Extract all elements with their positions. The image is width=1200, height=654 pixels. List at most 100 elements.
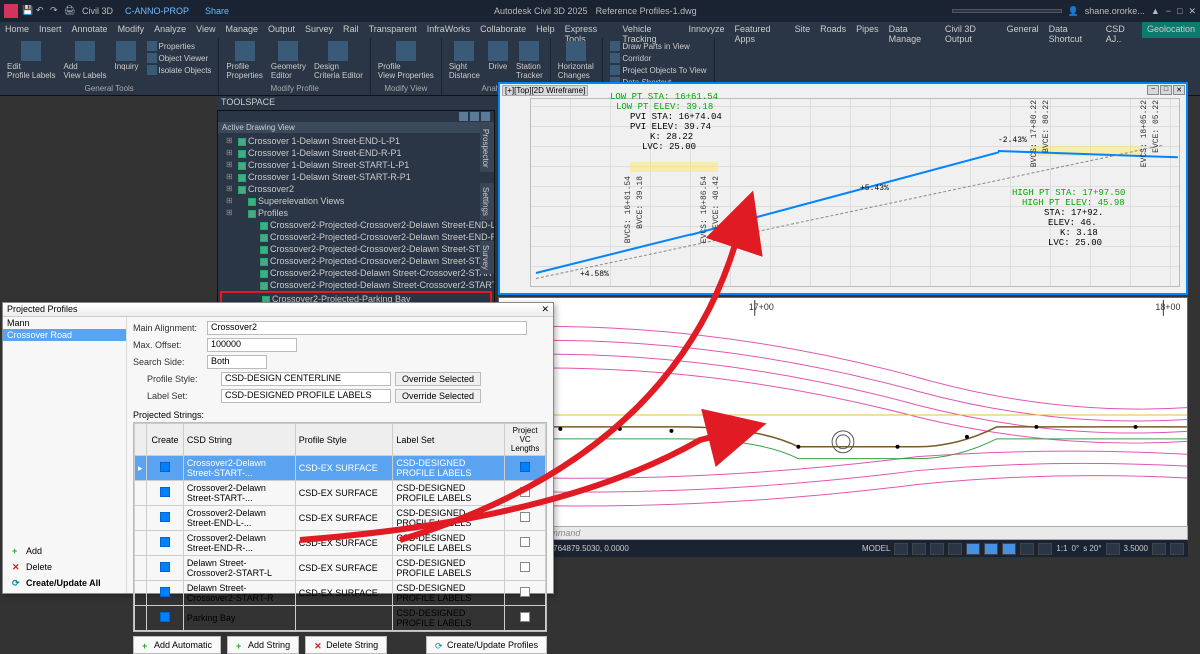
redo-icon[interactable]: ↷ <box>50 5 62 17</box>
close-view-icon[interactable]: ✕ <box>1173 85 1185 95</box>
sb-clean-icon[interactable] <box>1170 543 1184 555</box>
minimize-view-icon[interactable]: − <box>1147 85 1159 95</box>
label-set-cell[interactable]: CSD-DESIGNED PROFILE LABELS <box>393 556 505 581</box>
ribbon-geometry-editor-button[interactable]: GeometryEditor <box>268 40 309 81</box>
csd-string-cell[interactable]: Delawn Street-Crossover2-START-R <box>183 581 295 606</box>
tab-insert[interactable]: Insert <box>34 22 67 38</box>
tab-analyze[interactable]: Analyze <box>149 22 191 38</box>
csd-string-cell[interactable]: Parking Bay <box>183 606 295 631</box>
side-tab-survey[interactable]: Survey <box>480 241 494 274</box>
tree-node[interactable]: Crossover2-Projected-Delawn Street-Cross… <box>220 279 492 291</box>
quick-access-toolbar[interactable]: 💾 ↶ ↷ 🖨 <box>22 5 76 17</box>
maximize-view-icon[interactable]: □ <box>1160 85 1172 95</box>
table-row[interactable]: Delawn Street-Crossover2-START-RCSD-EX S… <box>135 581 546 606</box>
create-checkbox[interactable] <box>160 462 170 472</box>
alignment-list-item[interactable]: Mann <box>3 317 126 329</box>
ribbon-profile-properties-button[interactable]: ProfileProperties <box>223 40 265 81</box>
tab-roads[interactable]: Roads <box>815 22 851 38</box>
toolspace-btn-icon[interactable] <box>459 112 468 121</box>
add-automatic-button[interactable]: +Add Automatic <box>133 636 221 654</box>
csd-string-cell[interactable]: Crossover2-Delawn Street-START-... <box>183 481 295 506</box>
tab-infraworks[interactable]: InfraWorks <box>422 22 475 38</box>
tab-innovyze[interactable]: Innovyze <box>683 22 729 38</box>
tab-help[interactable]: Help <box>531 22 560 38</box>
override-profile-style-button[interactable]: Override Selected <box>395 372 481 386</box>
row-handle[interactable] <box>135 581 147 606</box>
project-vc-checkbox[interactable] <box>520 562 530 572</box>
tree-node[interactable]: Crossover2-Projected-Crossover2-Delawn S… <box>220 231 492 243</box>
ribbon-horizontal-changes-button[interactable]: HorizontalChanges <box>555 40 597 81</box>
angle-b[interactable]: s 20° <box>1083 544 1101 553</box>
sb-ortho-icon[interactable] <box>930 543 944 555</box>
profile-style-cell[interactable]: CSD-EX SURFACE <box>295 456 393 481</box>
table-row[interactable]: Crossover2-Delawn Street-END-L-...CSD-EX… <box>135 506 546 531</box>
label-set-cell[interactable]: CSD-DESIGNED PROFILE LABELS <box>393 481 505 506</box>
profile-style-cell[interactable]: CSD-EX SURFACE <box>295 581 393 606</box>
toolspace-toolbar[interactable] <box>218 111 494 122</box>
create-update-all-button[interactable]: ⟳Create/Update All <box>5 575 124 591</box>
table-row[interactable]: Delawn Street-Crossover2-START-LCSD-EX S… <box>135 556 546 581</box>
sb-workspace-icon[interactable] <box>1152 543 1166 555</box>
create-checkbox[interactable] <box>160 612 170 622</box>
tab-view[interactable]: View <box>191 22 220 38</box>
ribbon-drive-button[interactable]: Drive <box>485 40 511 72</box>
create-checkbox[interactable] <box>160 512 170 522</box>
create-checkbox[interactable] <box>160 487 170 497</box>
table-row[interactable]: Crossover2-Delawn Street-END-R-...CSD-EX… <box>135 531 546 556</box>
csd-string-cell[interactable]: Delawn Street-Crossover2-START-L <box>183 556 295 581</box>
tab-collaborate[interactable]: Collaborate <box>475 22 531 38</box>
tab-annotate[interactable]: Annotate <box>67 22 113 38</box>
project-vc-checkbox[interactable] <box>520 587 530 597</box>
csd-string-cell[interactable]: Crossover2-Delawn Street-END-L-... <box>183 506 295 531</box>
user-name[interactable]: shane.ororke... <box>1085 6 1145 16</box>
print-icon[interactable]: 🖨 <box>64 5 76 17</box>
tab-featured-apps[interactable]: Featured Apps <box>730 22 790 38</box>
tab-express-tools[interactable]: Express Tools <box>560 22 618 38</box>
tab-vehicle-tracking[interactable]: Vehicle Tracking <box>617 22 683 38</box>
search-input[interactable] <box>952 9 1062 13</box>
ribbon-profile-view-properties-button[interactable]: ProfileView Properties <box>375 40 437 81</box>
ribbon-inquiry-button[interactable]: Inquiry <box>111 40 141 72</box>
profile-style-cell[interactable]: CSD-EX SURFACE <box>295 556 393 581</box>
ribbon-add-view-labels-button[interactable]: AddView Labels <box>60 40 109 81</box>
side-tab-settings[interactable]: Settings <box>480 183 494 220</box>
sb-osnap-icon[interactable] <box>966 543 980 555</box>
main-alignment-field[interactable]: Crossover2 <box>207 321 527 335</box>
label-set-cell[interactable]: CSD-DESIGNED PROFILE LABELS <box>393 606 505 631</box>
plan-view-viewport[interactable]: 17+00 18+00 <box>498 297 1188 539</box>
dialog-titlebar[interactable]: Projected Profiles ✕ <box>3 303 553 317</box>
tree-node[interactable]: Crossover2 <box>220 183 492 195</box>
delete-alignment-button[interactable]: ✕Delete <box>5 559 124 575</box>
ribbon-project-objects-to-view-button[interactable]: Project Objects To View <box>607 64 709 76</box>
sb-transparency-icon[interactable] <box>1020 543 1034 555</box>
projected-strings-grid[interactable]: Create CSD String Profile Style Label Se… <box>133 422 547 632</box>
tree-node[interactable]: Crossover 1-Delawn Street-END-L-P1 <box>220 135 492 147</box>
create-checkbox[interactable] <box>160 587 170 597</box>
ribbon-sight-distance-button[interactable]: SightDistance <box>446 40 483 81</box>
profile-style-cell[interactable]: CSD-EX SURFACE <box>295 506 393 531</box>
table-row[interactable]: Crossover2-Delawn Street-START-...CSD-EX… <box>135 481 546 506</box>
sb-dyn-icon[interactable] <box>984 543 998 555</box>
view-label[interactable]: [+][Top][2D Wireframe] <box>502 85 588 96</box>
project-vc-checkbox[interactable] <box>520 487 530 497</box>
sb-snap-icon[interactable] <box>912 543 926 555</box>
close-icon[interactable]: ✕ <box>1188 6 1196 17</box>
tab-data-manage[interactable]: Data Manage <box>884 22 940 38</box>
zoom-readout[interactable]: 3.5000 <box>1124 544 1148 553</box>
help-icon[interactable]: ▲ <box>1151 6 1160 16</box>
ribbon-properties-button[interactable]: Properties <box>144 40 215 52</box>
sb-polar-icon[interactable] <box>948 543 962 555</box>
delete-string-button[interactable]: ✕Delete String <box>305 636 387 654</box>
row-handle[interactable] <box>135 606 147 631</box>
max-offset-field[interactable]: 100000 <box>207 338 297 352</box>
sb-grid-icon[interactable] <box>894 543 908 555</box>
tree-node[interactable]: Superelevation Views <box>220 195 492 207</box>
row-handle[interactable] <box>135 506 147 531</box>
label-set-cell[interactable]: CSD-DESIGNED PROFILE LABELS <box>393 531 505 556</box>
tab-manage[interactable]: Manage <box>220 22 263 38</box>
project-vc-checkbox[interactable] <box>520 512 530 522</box>
tab-modify[interactable]: Modify <box>113 22 150 38</box>
tab-transparent[interactable]: Transparent <box>364 22 422 38</box>
tab-csd-aj-[interactable]: CSD AJ.. <box>1101 22 1142 38</box>
tree-node[interactable]: Crossover 1-Delawn Street-START-L-P1 <box>220 159 492 171</box>
